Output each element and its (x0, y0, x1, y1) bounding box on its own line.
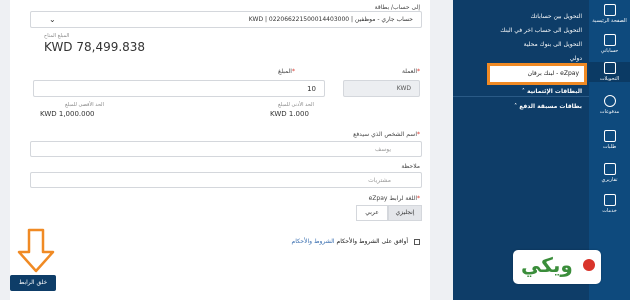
amount-input[interactable]: 10 (33, 80, 325, 97)
terms-link[interactable]: الشروط والأحكام (292, 238, 335, 245)
currency-label: *العملة (401, 68, 420, 75)
rail-item-services[interactable]: خدمات (589, 194, 630, 214)
menu-item-international[interactable]: دولي (570, 55, 582, 62)
menu-item-ezpay[interactable]: eZpay - لبنك برقان (487, 63, 587, 85)
currency-field: KWD (343, 80, 420, 97)
rail-item-home[interactable]: الصفحة الرئيسية (589, 4, 630, 24)
note-label: ملاحظة (401, 163, 420, 170)
chevron-down-icon: ⌄ (49, 15, 56, 24)
terms-row: أوافق على الشروط والأحكام الشروط والأحكا… (230, 238, 420, 245)
wallet-icon (603, 34, 616, 46)
max-limit-value: KWD 1,000.000 (40, 110, 95, 118)
logo-dot (583, 259, 595, 271)
rail-item-accounts[interactable]: حساباتي (589, 34, 630, 54)
site-logo: ويكي (513, 250, 601, 284)
account-value: حساب جاري - موظفين | 0220662215000144030… (248, 16, 413, 23)
transfer-icon (603, 62, 616, 74)
document-icon (603, 130, 616, 142)
min-limit-value: KWD 1.000 (270, 110, 309, 118)
max-limit-label: الحد الأقصى للمبلغ (65, 102, 104, 108)
chevron-up-icon: ˄ (514, 103, 518, 110)
account-select[interactable]: ⌄ حساب جاري - موظفين | 02206622150001440… (30, 11, 422, 28)
to-account-label: إلى حساب/ بطاقة (374, 4, 420, 11)
left-margin (0, 0, 10, 300)
payment-icon (603, 95, 616, 107)
rail-item-reports[interactable]: تقاريري (589, 163, 630, 183)
payer-name-input[interactable]: يوسف (30, 141, 422, 157)
menu-item-own-accounts[interactable]: التحويل بين حساباتك (531, 13, 582, 20)
lang-arabic-option[interactable]: عربي (356, 205, 388, 221)
min-limit-label: الحد الأدنى للمبلغ (278, 102, 314, 108)
rail-item-transfers[interactable]: التحويلات (589, 62, 630, 82)
menu-divider (453, 96, 589, 97)
balance-label: المبلغ المتاح (44, 33, 70, 39)
lang-label: *اللغة لرابط eZpay (368, 195, 420, 202)
report-icon (603, 163, 616, 175)
gutter (430, 0, 453, 300)
menu-section-credit-cards[interactable]: البطاقات الإئتمانية ˄ (522, 88, 582, 95)
rail-item-requests[interactable]: طلبات (589, 130, 630, 150)
menu-item-local-banks[interactable]: التحويل الى بنوك محلية (524, 41, 582, 48)
services-icon (603, 194, 616, 206)
chevron-up-icon: ˄ (521, 88, 525, 95)
arrow-down-icon (17, 228, 55, 273)
balance-value: KWD 78,499.838 (44, 40, 146, 54)
menu-item-other-account[interactable]: التحويل الى حساب اخر في البنك (500, 27, 582, 34)
payer-name-label: *اسم الشخص الذي سيدفع (353, 131, 420, 138)
amount-label: المبلغ* (278, 68, 295, 75)
terms-checkbox[interactable] (414, 238, 420, 245)
create-link-button[interactable]: خلق الرابط (10, 275, 56, 291)
home-icon (603, 4, 616, 16)
note-input[interactable]: مشتريات (30, 172, 422, 188)
rail-item-payments[interactable]: مدفوعات (589, 95, 630, 115)
menu-section-prepaid-cards[interactable]: بطاقات مسبقة الدفع ˄ (514, 103, 582, 110)
terms-text: أوافق على الشروط والأحكام (336, 238, 409, 245)
lang-english-option[interactable]: إنجليزي (388, 205, 422, 221)
